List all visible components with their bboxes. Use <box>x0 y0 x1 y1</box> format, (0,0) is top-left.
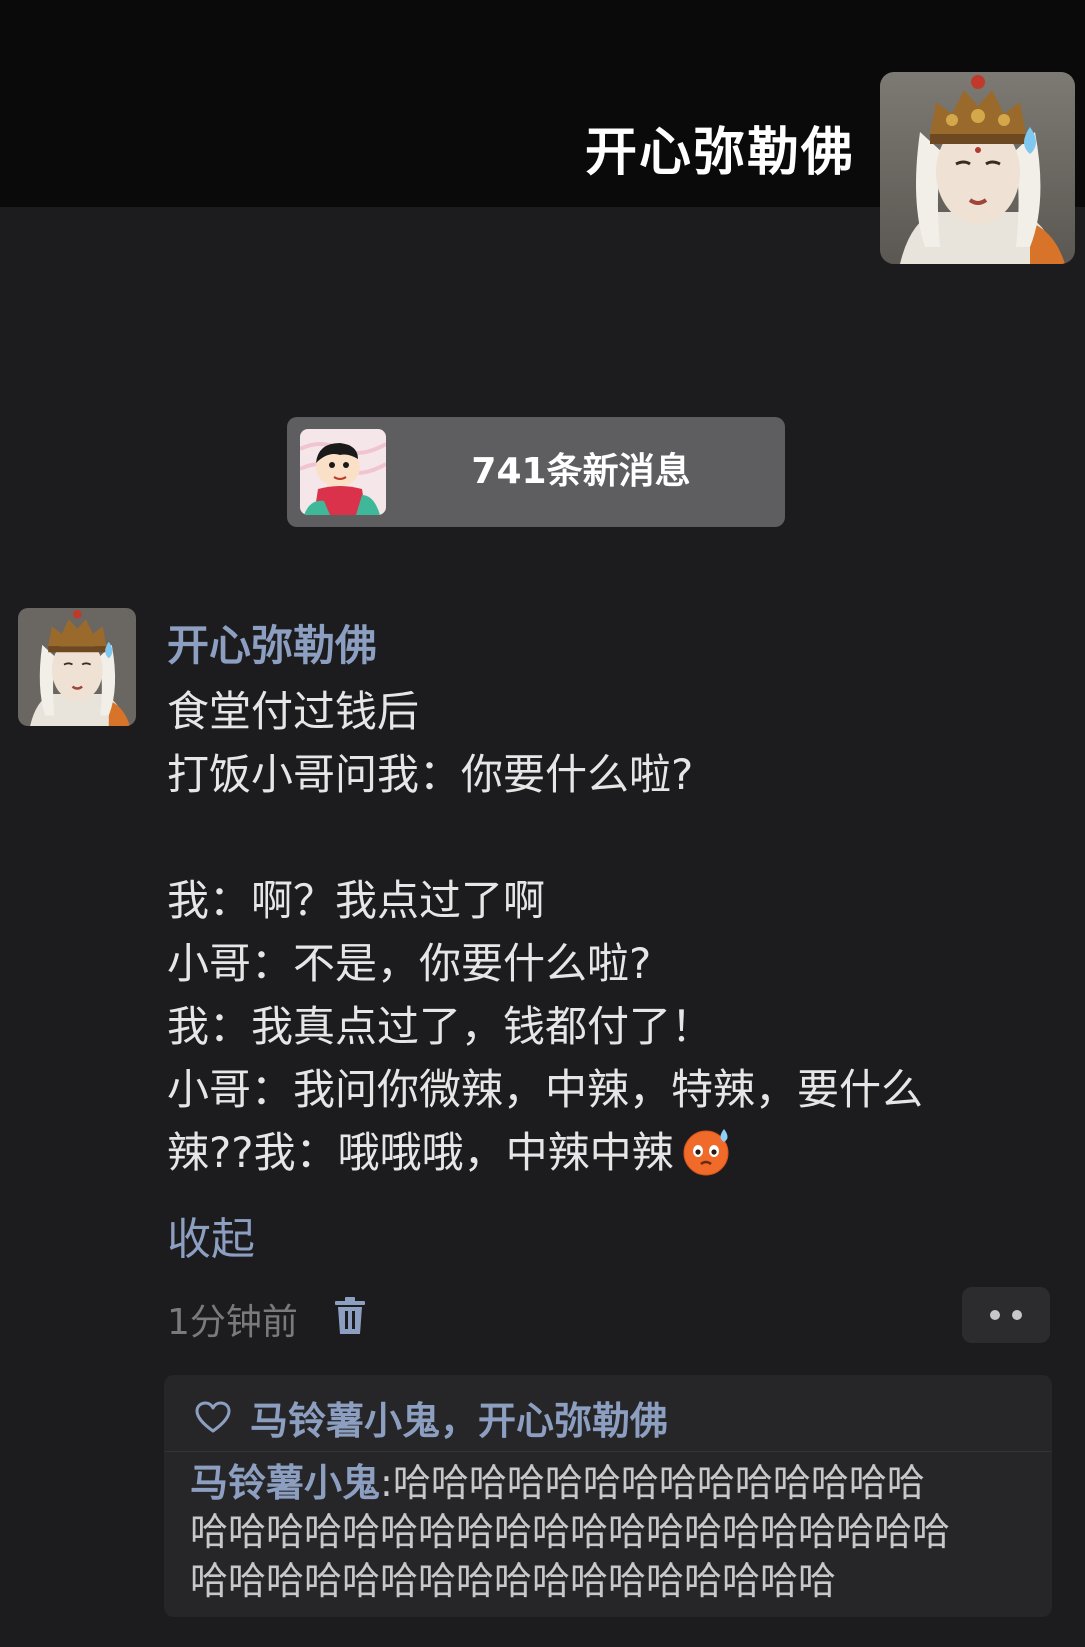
bodhisattva-statue-avatar-icon <box>880 72 1075 264</box>
post-timestamp: 1分钟前 <box>167 1302 298 1343</box>
delete-button[interactable] <box>333 1296 367 1336</box>
header-avatar[interactable] <box>880 72 1075 264</box>
post-line: 食堂付过钱后 <box>167 687 420 736</box>
post-line: 小哥：我问你微辣，中辣，特辣，要什么 <box>167 1065 924 1114</box>
sweating-face-emoji-icon <box>683 1129 729 1176</box>
header-title: 开心弥勒佛 <box>584 123 855 183</box>
comment-first-line: 马铃薯小鬼:哈哈哈哈哈哈哈哈哈哈哈哈哈哈 <box>190 1459 1040 1508</box>
new-messages-label: 741条新消息 <box>471 451 691 492</box>
post-line: 我：我真点过了，钱都付了！ <box>167 1002 714 1051</box>
post-author-avatar[interactable] <box>18 608 136 726</box>
post-author-name[interactable]: 开心弥勒佛 <box>167 612 377 673</box>
more-options-button[interactable] <box>962 1287 1050 1343</box>
comment-separator: : <box>380 1461 393 1505</box>
bodhisattva-statue-avatar-icon <box>18 608 136 726</box>
new-messages-button[interactable]: 741条新消息 <box>287 417 785 527</box>
post-line: 打饭小哥问我：你要什么啦? <box>167 750 694 799</box>
post-line: 小哥：不是，你要什么啦? <box>167 939 652 988</box>
pill-avatar <box>300 429 386 515</box>
likes-row: 马铃薯小鬼，开心弥勒佛 <box>194 1389 668 1445</box>
comment-item[interactable]: 马铃薯小鬼:哈哈哈哈哈哈哈哈哈哈哈哈哈哈 哈哈哈哈哈哈哈哈哈哈哈哈哈哈哈哈哈哈哈… <box>190 1459 1040 1606</box>
comment-author[interactable]: 马铃薯小鬼 <box>190 1461 380 1505</box>
trash-icon <box>335 1297 365 1334</box>
post-body: 食堂付过钱后 打饭小哥问我：你要什么啦? 我：啊？我点过了啊 小哥：不是，你要什… <box>167 680 1037 1184</box>
more-dots-icon <box>1012 1310 1022 1320</box>
post-line: 我：啊？我点过了啊 <box>167 876 546 925</box>
cartoon-boy-avatar-icon <box>300 429 386 515</box>
comment-text-line: 哈哈哈哈哈哈哈哈哈哈哈哈哈哈 <box>392 1461 925 1505</box>
post-last-line: 辣??我：哦哦哦，中辣中辣 <box>167 1121 1037 1184</box>
comment-text-line: 哈哈哈哈哈哈哈哈哈哈哈哈哈哈哈哈哈 <box>190 1559 837 1603</box>
divider <box>164 1451 1052 1452</box>
collapse-link[interactable]: 收起 <box>167 1203 255 1267</box>
more-dots-icon <box>990 1310 1000 1320</box>
comment-text-line: 哈哈哈哈哈哈哈哈哈哈哈哈哈哈哈哈哈哈哈哈 <box>190 1510 951 1554</box>
heart-icon[interactable] <box>194 1400 232 1434</box>
post-line-text: 辣??我：哦哦哦，中辣中辣 <box>167 1128 674 1177</box>
comments-panel: 马铃薯小鬼，开心弥勒佛 马铃薯小鬼:哈哈哈哈哈哈哈哈哈哈哈哈哈哈 哈哈哈哈哈哈哈… <box>164 1375 1052 1617</box>
post-line <box>167 806 1037 869</box>
likes-names[interactable]: 马铃薯小鬼，开心弥勒佛 <box>250 1390 668 1445</box>
